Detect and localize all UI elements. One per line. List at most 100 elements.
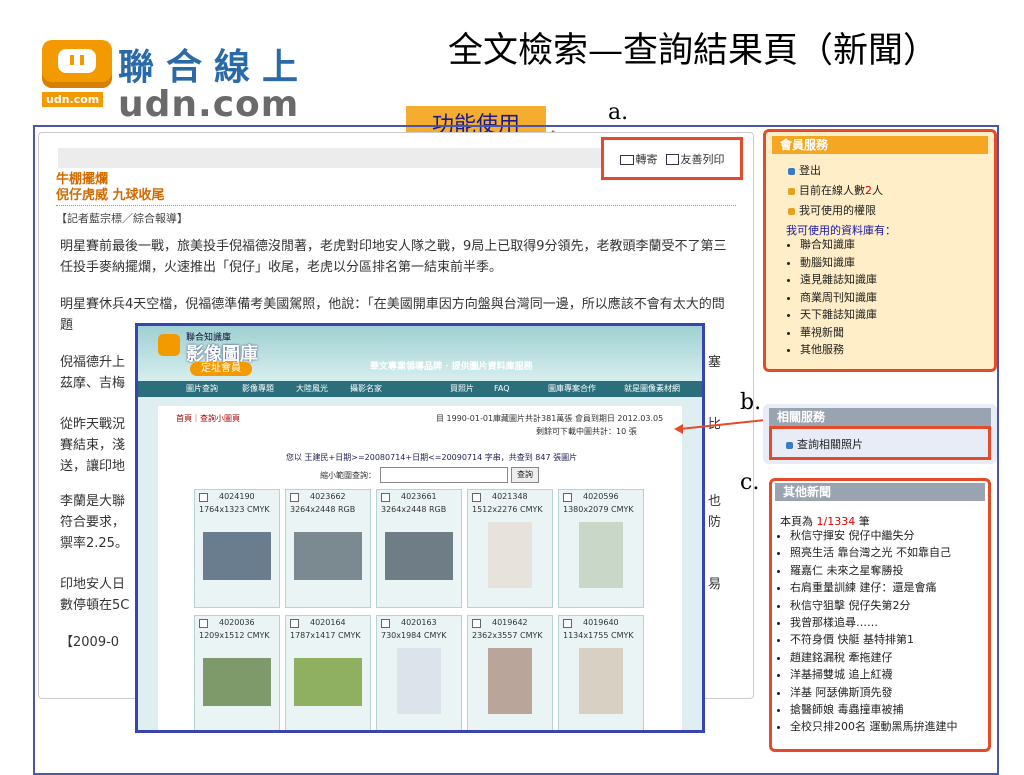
article-paragraph: 從昨天戰況: [60, 417, 126, 432]
thumbnail-id: 4019640: [583, 618, 619, 627]
logo-udn-small: udn.com: [42, 92, 104, 107]
logo-udn-com: udn.com: [118, 84, 300, 125]
news-item[interactable]: 不符身價 快艇 基特排第1: [790, 631, 990, 648]
nav-item[interactable]: 圖片查詢: [186, 381, 218, 397]
news-item[interactable]: 羅嘉仁 未來之星奪勝投: [790, 562, 990, 579]
thumbnail-card[interactable]: 4020163 730x1984 CMYK: [376, 615, 462, 730]
photo-thumbnail[interactable]: [488, 648, 532, 714]
popup-member-badge[interactable]: 定址會員: [190, 362, 252, 376]
popup-slogan: 華文專業領導品牌 · 提供圖片資料庫服務: [370, 362, 533, 372]
thumbnail-card[interactable]: 4021348 1512x2276 CMYK: [467, 489, 553, 608]
thumbnail-spec: 3264x2448 RGB: [381, 505, 447, 514]
photo-thumbnail[interactable]: [294, 658, 362, 706]
news-item[interactable]: 右肩重量訓練 建仔：還是會痛: [790, 579, 990, 596]
function-toolbar: 轉寄 友善列印: [601, 137, 743, 180]
news-item[interactable]: 照亮生活 靠台灣之光 不如靠自己: [790, 544, 990, 561]
thumbnail-card[interactable]: 4024190 1764x1323 CMYK: [194, 489, 280, 608]
news-item[interactable]: 秋信守狙擊 倪仔失第2分: [790, 597, 990, 614]
thumbnail-card[interactable]: 4020596 1380x2079 CMYK: [558, 489, 644, 608]
popup-nav: 圖片查詢 影像專題 大陸風光 攝影名家 買照片 FAQ 圖庫專案合作 就是圖像素…: [138, 381, 702, 397]
checkbox[interactable]: [290, 493, 299, 502]
nav-item[interactable]: FAQ: [494, 381, 510, 397]
print-button[interactable]: 友善列印: [665, 151, 725, 167]
photo-thumbnail[interactable]: [397, 648, 441, 714]
popup-range-info: 目 1990-01-01庫藏圖片共計381萬張 會員到期日 2012.03.05: [436, 414, 664, 423]
thumbnail-card[interactable]: 4020036 1209x1512 CMYK: [194, 615, 280, 730]
article-paragraph: 印地安人日: [60, 577, 126, 592]
article-paragraph: 塞: [708, 355, 722, 370]
permissions-link[interactable]: 我可使用的權限: [788, 202, 876, 218]
photo-thumbnail[interactable]: [488, 522, 532, 588]
news-list: 秋信守揮安 倪仔中繼失分照亮生活 靠台灣之光 不如靠自己羅嘉仁 未來之星奪勝投右…: [758, 527, 990, 736]
article-paragraph: 倪福德升上: [60, 355, 126, 370]
photo-thumbnail[interactable]: [294, 532, 362, 580]
article-paragraph: 符合要求，: [60, 515, 126, 530]
logout-link[interactable]: 登出: [788, 162, 821, 178]
news-item[interactable]: 洋基 阿瑟佛斯頂先發: [790, 684, 990, 701]
thumbnail-spec: 1764x1323 CMYK: [199, 505, 270, 514]
photo-thumbnail[interactable]: [579, 522, 623, 588]
checkbox[interactable]: [472, 493, 481, 502]
slide-title: 全文檢索—查詢結果頁（新聞）: [448, 31, 939, 71]
article-paragraph: 明星賽前最後一戰，旅美投手倪福德沒閒著，老虎對印地安人隊之戰，9局上已取得9分領…: [60, 239, 727, 275]
photo-thumbnail[interactable]: [579, 648, 623, 714]
checkbox[interactable]: [290, 619, 299, 628]
related-service-title: 相關服務: [769, 408, 991, 426]
thumbnail-card[interactable]: 4023661 3264x2448 RGB: [376, 489, 462, 608]
news-item[interactable]: 搶醫師娘 毒蟲撞車被捕: [790, 701, 990, 718]
popup-remain-info: 剩餘可下載中圖共計：10 張: [536, 427, 637, 436]
checkbox[interactable]: [199, 619, 208, 628]
checkbox[interactable]: [563, 619, 572, 628]
checkbox[interactable]: [563, 493, 572, 502]
checkbox[interactable]: [199, 493, 208, 502]
thumbnail-id: 4023661: [401, 492, 437, 501]
checkbox[interactable]: [381, 493, 390, 502]
nav-item[interactable]: 買照片: [450, 381, 474, 397]
thumbnail-card[interactable]: 4023662 3264x2448 RGB: [285, 489, 371, 608]
news-item[interactable]: 我曾那樣追尋……: [790, 614, 990, 631]
db-item[interactable]: 聯合知識庫: [800, 236, 877, 254]
news-item[interactable]: 趙建銘漏稅 牽拖建仔: [790, 649, 990, 666]
article-byline: 【記者藍宗標／綜合報導】: [56, 212, 188, 225]
db-item[interactable]: 華視新聞: [800, 324, 877, 342]
thumbnail-spec: 1134x1755 CMYK: [563, 631, 634, 640]
popup-narrow-label: 縮小範圍查詢：: [320, 471, 376, 480]
nav-item[interactable]: 圖庫專案合作: [548, 381, 596, 397]
narrow-search-input[interactable]: [380, 467, 508, 483]
divider: [56, 205, 736, 206]
news-item[interactable]: 秋信守揮安 倪仔中繼失分: [790, 527, 990, 544]
thumbnail-card[interactable]: 4019642 2362x3557 CMYK: [467, 615, 553, 730]
nav-item[interactable]: 大陸風光: [296, 381, 328, 397]
thumbnail-id: 4020163: [401, 618, 437, 627]
db-list: 聯合知識庫動腦知識庫遠見雜誌知識庫商業周刊知識庫天下雜誌知識庫華視新聞其他服務: [760, 236, 877, 359]
thumbnail-card[interactable]: 4019640 1134x1755 CMYK: [558, 615, 644, 730]
db-item[interactable]: 天下雜誌知識庫: [800, 306, 877, 324]
nav-item[interactable]: 就是圖像素材網: [624, 381, 680, 397]
udn-logo-icon: [42, 40, 112, 88]
checkbox[interactable]: [381, 619, 390, 628]
thumbnail-card[interactable]: 4020164 1787x1417 CMYK: [285, 615, 371, 730]
forward-button[interactable]: 轉寄: [619, 151, 658, 167]
nav-item[interactable]: 攝影名家: [350, 381, 382, 397]
narrow-search-button[interactable]: 查詢: [511, 467, 539, 483]
photo-thumbnail[interactable]: [203, 532, 271, 580]
related-photos-link[interactable]: 查詢相關照片: [786, 436, 863, 452]
checkbox[interactable]: [472, 619, 481, 628]
db-item[interactable]: 遠見雜誌知識庫: [800, 271, 877, 289]
photo-thumbnail[interactable]: [385, 532, 453, 580]
thumbnail-spec: 730x1984 CMYK: [381, 631, 447, 640]
nav-item[interactable]: 影像專題: [242, 381, 274, 397]
article-paragraph: 易: [708, 577, 722, 592]
photo-thumbnail[interactable]: [203, 658, 271, 706]
news-item[interactable]: 洋基掃雙城 追上紅襪: [790, 666, 990, 683]
annotation-c: c.: [740, 470, 760, 495]
member-service-title: 會員服務: [772, 136, 988, 154]
popup-breadcrumb: 首頁｜查詢小圖頁: [176, 414, 240, 423]
db-item[interactable]: 動腦知識庫: [800, 254, 877, 272]
arrow-b-head: [674, 424, 683, 434]
thumbnail-spec: 3264x2448 RGB: [290, 505, 356, 514]
db-item[interactable]: 商業周刊知識庫: [800, 289, 877, 307]
thumbnail-id: 4019642: [492, 618, 528, 627]
news-item[interactable]: 全校只排200名 運動黑馬拚進建中: [790, 718, 990, 735]
db-item[interactable]: 其他服務: [800, 341, 877, 359]
